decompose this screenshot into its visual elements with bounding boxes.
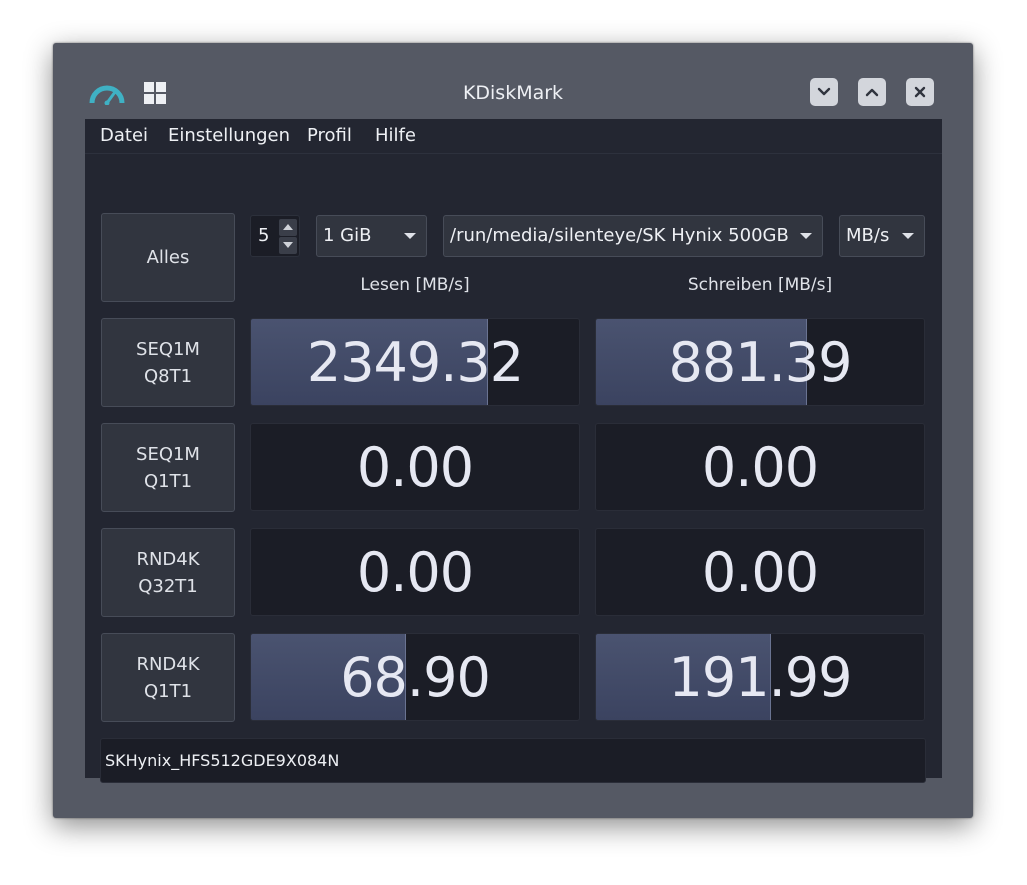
run-all-button[interactable]: Alles: [101, 213, 235, 302]
maximize-button[interactable]: [858, 78, 886, 106]
runs-value: 5: [258, 225, 270, 246]
read-value: 0.00: [356, 436, 474, 499]
write-result: 191.99: [595, 633, 925, 721]
spin-down-button[interactable]: [279, 237, 297, 254]
path-select[interactable]: /run/media/silenteye/SK Hynix 500GB 98: [443, 215, 823, 257]
write-value: 191.99: [668, 646, 853, 709]
write-result: 0.00: [595, 528, 925, 616]
dropdown-arrow-icon: [800, 233, 812, 239]
device-name-field[interactable]: SKHynix_HFS512GDE9X084N: [100, 738, 926, 783]
test-button-rnd4k-q32t1[interactable]: RND4K Q32T1: [101, 528, 235, 617]
menu-einstellungen[interactable]: Einstellungen: [168, 124, 290, 148]
main-content: Datei Einstellungen Profil Hilfe Alles 5…: [85, 119, 942, 783]
chevron-up-icon: [865, 88, 879, 97]
write-value: 881.39: [668, 331, 853, 394]
close-icon: [914, 86, 926, 98]
path-value: /run/media/silenteye/SK Hynix 500GB 98: [450, 225, 788, 246]
test-button-rnd4k-q1t1[interactable]: RND4K Q1T1: [101, 633, 235, 722]
close-button[interactable]: [906, 78, 934, 106]
write-result: 0.00: [595, 423, 925, 511]
write-column-header: Schreiben [MB/s]: [687, 275, 833, 295]
minimize-button[interactable]: [810, 78, 838, 106]
runs-spinbox[interactable]: 5: [250, 215, 300, 257]
read-result: 68.90: [250, 633, 580, 721]
size-value: 1 GiB: [323, 225, 372, 246]
read-value: 0.00: [356, 541, 474, 604]
dropdown-arrow-icon: [902, 233, 914, 239]
size-select[interactable]: 1 GiB: [316, 215, 427, 257]
read-result: 2349.32: [250, 318, 580, 406]
read-value: 68.90: [340, 646, 491, 709]
read-result: 0.00: [250, 423, 580, 511]
read-result: 0.00: [250, 528, 580, 616]
spin-up-button[interactable]: [279, 219, 297, 236]
menu-datei[interactable]: Datei: [100, 124, 148, 148]
write-result: 881.39: [595, 318, 925, 406]
menu-hilfe[interactable]: Hilfe: [375, 124, 416, 148]
test-button-seq1m-q1t1[interactable]: SEQ1M Q1T1: [101, 423, 235, 512]
menu-profil[interactable]: Profil: [307, 124, 352, 148]
write-value: 0.00: [701, 436, 819, 499]
write-value: 0.00: [701, 541, 819, 604]
chevron-down-icon: [817, 87, 831, 96]
test-button-seq1m-q8t1[interactable]: SEQ1M Q8T1: [101, 318, 235, 407]
read-column-header: Lesen [MB/s]: [360, 275, 470, 295]
unit-value: MB/s: [846, 225, 890, 246]
read-value: 2349.32: [306, 331, 524, 394]
app-window: KDiskMark Datei Einstellungen Profil Hil…: [53, 43, 973, 818]
menubar: Datei Einstellungen Profil Hilfe: [85, 119, 942, 154]
unit-select[interactable]: MB/s: [839, 215, 925, 257]
dropdown-arrow-icon: [404, 233, 416, 239]
titlebar[interactable]: KDiskMark: [53, 43, 973, 119]
